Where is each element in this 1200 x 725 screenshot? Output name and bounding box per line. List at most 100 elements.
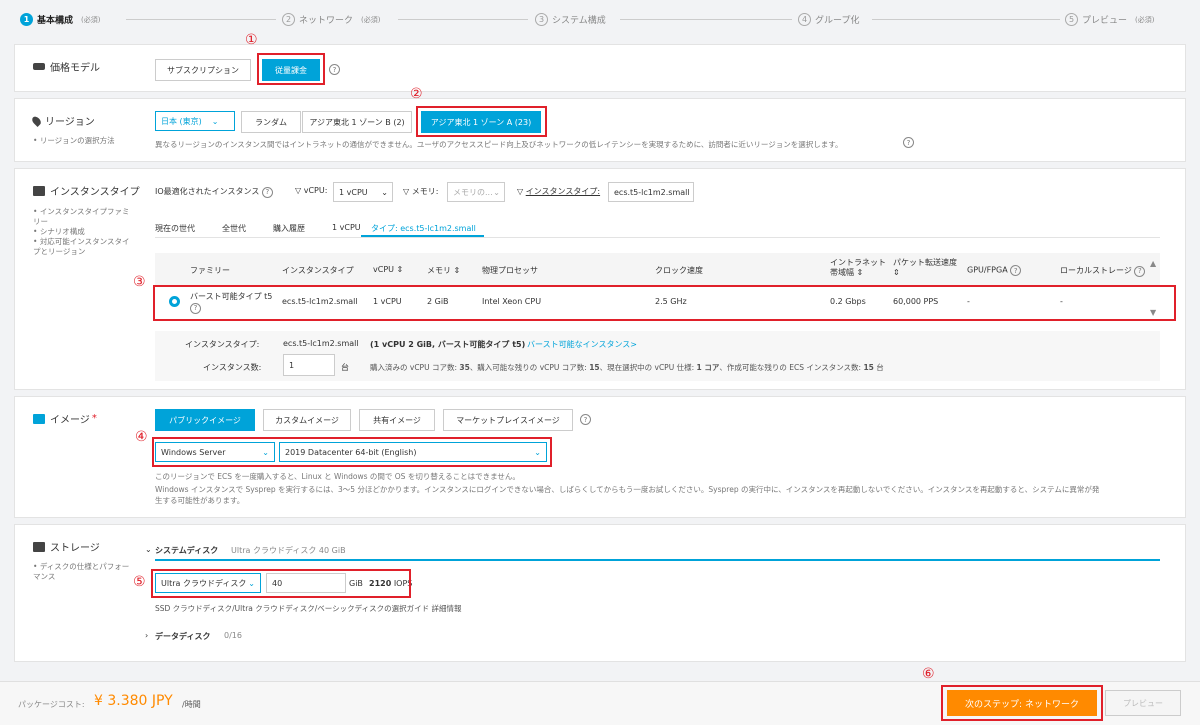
instance-sub-links: • インスタンスタイプファミリー • シナリオ構成 • 対応可能インスタンスタイ… [33,207,133,257]
summary-type: ecs.t5-lc1m2.small [283,339,359,348]
image-title-text: イメージ [50,415,90,426]
instance-table-header: ファミリー インスタンスタイプ vCPU ⇕ メモリ ⇕ 物理プロセッサ クロッ… [155,253,1160,286]
highlight-box-2 [416,106,547,137]
image-icon [33,413,45,424]
chevron-right-icon[interactable]: › [145,631,148,640]
col-local-storage: ローカルストレージ ? [1060,265,1146,277]
col-pps[interactable]: パケット転送速度 ⇕ [893,258,957,278]
image-help-icon[interactable]: ? [580,414,591,425]
col-memory-text: メモリ [427,266,451,275]
custom-image-tab[interactable]: カスタムイメージ [263,409,351,431]
highlight-box-4 [152,437,552,467]
instance-count-input[interactable]: 1 [283,354,335,376]
step-preview[interactable]: 5 プレビュー (必須) [1065,13,1154,26]
random-zone-button[interactable]: ランダム [241,111,301,133]
region-select-value: 日本 (東京) [161,116,202,126]
subscription-button[interactable]: サブスクリプション [155,59,251,81]
step-number: 2 [282,13,295,26]
scenario-link[interactable]: • シナリオ構成 [33,227,133,237]
io-help-icon[interactable]: ? [261,186,273,198]
server-icon [33,185,45,196]
highlight-box-5 [151,569,411,598]
filter-icon: ▽ [403,187,410,196]
marker-1: ① [245,32,258,48]
marketplace-image-tab[interactable]: マーケットプレイスイメージ [443,409,573,431]
instance-title: インスタンスタイプ [33,183,140,198]
summary-label: インスタンスタイプ: [185,340,260,349]
public-image-tab[interactable]: パブリックイメージ [155,409,255,431]
gpu-help-icon[interactable]: ? [1010,265,1022,276]
col-bandwidth-text1: イントラネット [830,258,886,267]
io-text: IO最適化されたインスタンス [155,187,260,196]
col-family: ファミリー [190,266,230,275]
step-number: 1 [20,13,33,26]
tab-type-filter[interactable]: タイプ: ecs.t5-lc1m2.small [371,223,476,234]
region-support-link[interactable]: • 対応可能インスタンスタイプとリージョン [33,237,133,257]
storage-title-text: ストレージ [50,543,100,554]
local-help-icon[interactable]: ? [1134,265,1146,277]
instance-family-link[interactable]: • インスタンスタイプファミリー [33,207,133,227]
step-label: プレビュー [1082,16,1128,26]
col-memory[interactable]: メモリ ⇕ [427,265,460,276]
col-vcpu-text: vCPU [373,265,394,274]
region-section: リージョン • リージョンの選択方法 日本 (東京) ⌄ ランダム アジア東北 1… [14,86,1186,162]
detail-link[interactable]: 詳細情報 [431,604,461,613]
tab-purchase-history[interactable]: 購入履歴 [273,223,305,234]
system-disk-desc: Ultra クラウドディスク 40 GiB [231,546,346,555]
memory-filter-select[interactable]: メモリの... ⌄ [447,182,505,202]
region-guide-link[interactable]: • リージョンの選択方法 [33,136,115,146]
cost-unit: /時間 [182,700,201,709]
marker-3: ③ [133,274,146,290]
vcpu-filter-select[interactable]: 1 vCPU ⌄ [333,182,393,202]
zone-b-button[interactable]: アジア東北 1 ゾーン B (2) [302,111,412,133]
disk-icon [33,541,45,552]
step-group[interactable]: 4 グループ化 [798,13,859,26]
preview-button[interactable]: プレビュー [1105,690,1181,716]
step-basic[interactable]: 1 基本構成 (必須) [20,13,100,26]
note-text: 、現在選択中の vCPU 仕様: [599,363,697,372]
chevron-down-icon[interactable]: ⌄ [145,545,152,554]
pricing-title-text: 価格モデル [50,63,100,74]
bullet: • [33,136,38,145]
col-local-text: ローカルストレージ [1060,266,1132,275]
pricing-section: 価格モデル サブスクリプション 従量課金 ① ? [14,32,1186,92]
tab-current-gen[interactable]: 現在の世代 [155,223,195,234]
col-pps-text: パケット転送速度 [893,258,957,267]
step-network[interactable]: 2 ネットワーク (必須) [282,13,380,26]
marker-4: ④ [135,429,148,445]
col-type: インスタンスタイプ [282,266,354,275]
burstable-link[interactable]: バースト可能なインスタンス> [527,339,637,350]
col-vcpu[interactable]: vCPU ⇕ [373,265,403,274]
col-clock: クロック速度 [655,266,703,275]
data-disk-label[interactable]: データディスク [155,631,210,642]
col-bandwidth[interactable]: イントラネット 帯域幅 ⇕ [830,258,886,278]
marker-5: ⑤ [133,574,146,590]
link-text: インスタンスタイプファミリー [33,207,130,226]
region-help-icon[interactable]: ? [903,137,914,148]
step-required: (必須) [81,15,101,24]
type-filter-input[interactable]: ecs.t5-lc1m2.small [608,182,694,202]
sort-icon: ⇕ [396,265,404,274]
tab-1vcpu[interactable]: 1 vCPU [332,223,361,232]
highlight-box-3 [153,285,1176,321]
memory-filter-value: メモリの... [453,187,493,197]
type-filter-label: ▽ インスタンスタイプ: [517,186,600,197]
step-number: 3 [535,13,548,26]
link-text: 対応可能インスタンスタイプとリージョン [33,237,130,256]
step-label: 基本構成 [37,16,74,26]
note-value: 15 [589,363,600,372]
shared-image-tab[interactable]: 共有イメージ [359,409,435,431]
sort-icon: ⇕ [893,268,900,277]
tab-all-gen[interactable]: 全世代 [222,223,246,234]
note-text: 、作成可能な残りの ECS インスタンス数: [719,363,864,372]
region-select[interactable]: 日本 (東京) ⌄ [155,111,235,131]
footer-bar: パッケージコスト: ¥ 3.380 JPY /時間 次のステップ: ネットワーク… [0,666,1200,725]
pricing-help-icon[interactable]: ? [329,64,340,75]
disk-spec-link[interactable]: • ディスクの仕様とパフォーマンス [33,562,133,582]
cost-label: パッケージコスト: [18,700,85,709]
note-text: 購入済みの vCPU コア数: [370,363,460,372]
step-system[interactable]: 3 システム構成 [535,13,606,26]
step-divider [620,19,792,20]
scroll-up-icon[interactable]: ▲ [1150,259,1156,268]
image-note-1: このリージョンで ECS を一度購入すると、Linux と Windows の間… [155,472,520,481]
